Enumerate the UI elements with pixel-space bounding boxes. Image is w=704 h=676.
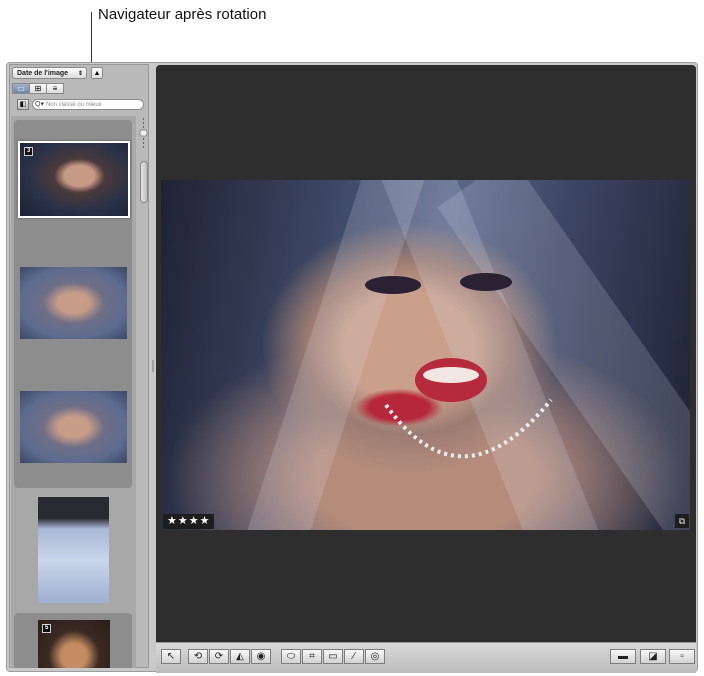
view-mode-buttons: ▭ ⊞ ≡: [12, 83, 64, 94]
thumbnail-size-slider[interactable]: [139, 116, 148, 152]
red-eye-tool-icon[interactable]: ◎: [365, 649, 385, 664]
adjustment-badge-icon: ⧉: [675, 514, 689, 528]
search-icon: Q▾: [35, 101, 44, 108]
filmstrip-view-icon[interactable]: ▭: [12, 83, 30, 94]
lift-tool-icon[interactable]: ◭: [230, 649, 250, 664]
search-input[interactable]: Q▾ Non classé ou mieux: [32, 99, 144, 110]
inspector-toggle-icon[interactable]: ◪: [640, 649, 666, 664]
retouch-tool-icon[interactable]: ▭: [323, 649, 343, 664]
sort-direction-button[interactable]: ▲: [91, 67, 103, 79]
straighten-tool-icon[interactable]: ⬭: [281, 649, 301, 664]
popup-arrows-icon: ⇕: [77, 71, 83, 77]
pane-splitter[interactable]: [151, 64, 155, 668]
brush-tool-icon[interactable]: ⁄: [344, 649, 364, 664]
thumbnail[interactable]: [38, 497, 109, 603]
select-tool-icon[interactable]: ↖: [161, 649, 181, 664]
scrollbar-thumb[interactable]: [140, 161, 148, 203]
filter-hud-icon[interactable]: ◧: [17, 99, 29, 110]
rotate-right-icon[interactable]: ⟳: [209, 649, 229, 664]
sort-popup[interactable]: Date de l'image ⇕: [12, 67, 87, 79]
grid-view-icon[interactable]: ⊞: [29, 83, 47, 94]
rotate-left-icon[interactable]: ⟲: [188, 649, 208, 664]
browser-thumbnails: 3 5: [11, 116, 136, 668]
main-image[interactable]: [161, 180, 690, 530]
stack-count-badge: 5: [42, 624, 52, 633]
necklace: [365, 273, 553, 459]
crop-tool-icon[interactable]: ⌗: [302, 649, 322, 664]
sort-label: Date de l'image: [17, 70, 69, 77]
thumbnail[interactable]: 5: [38, 620, 110, 668]
hud-toggle-icon[interactable]: ▫: [669, 649, 695, 664]
list-view-icon[interactable]: ≡: [46, 83, 64, 94]
search-placeholder: Non classé ou mieux: [45, 102, 102, 108]
rating-badge: ★★★★: [163, 514, 215, 529]
viewer-mode-icon[interactable]: ▬: [610, 649, 636, 664]
thumbnail[interactable]: [20, 391, 127, 463]
stack-count-badge: 3: [24, 147, 34, 156]
callout-label: Navigateur après rotation: [98, 6, 267, 23]
thumbnail[interactable]: [20, 267, 127, 339]
thumbnail-selected[interactable]: 3: [18, 141, 130, 218]
stamp-tool-icon[interactable]: ◉: [251, 649, 271, 664]
